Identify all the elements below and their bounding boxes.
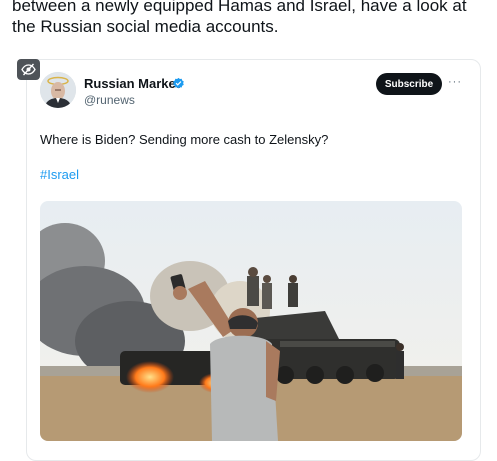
avatar[interactable] [40,72,76,108]
eye-slash-icon[interactable] [17,59,40,80]
author-name[interactable]: Russian Market [84,76,180,91]
more-icon[interactable]: ··· [448,76,462,88]
author-handle[interactable]: @runews [84,93,135,107]
tweet-media-image[interactable] [40,201,462,441]
tweet-text: Where is Biden? Sending more cash to Zel… [40,132,329,147]
subscribe-button[interactable]: Subscribe [376,73,442,95]
hashtag-link[interactable]: #Israel [40,167,79,182]
verified-badge-icon [173,77,184,89]
article-paragraph: between a newly equipped Hamas and Israe… [12,0,467,36]
